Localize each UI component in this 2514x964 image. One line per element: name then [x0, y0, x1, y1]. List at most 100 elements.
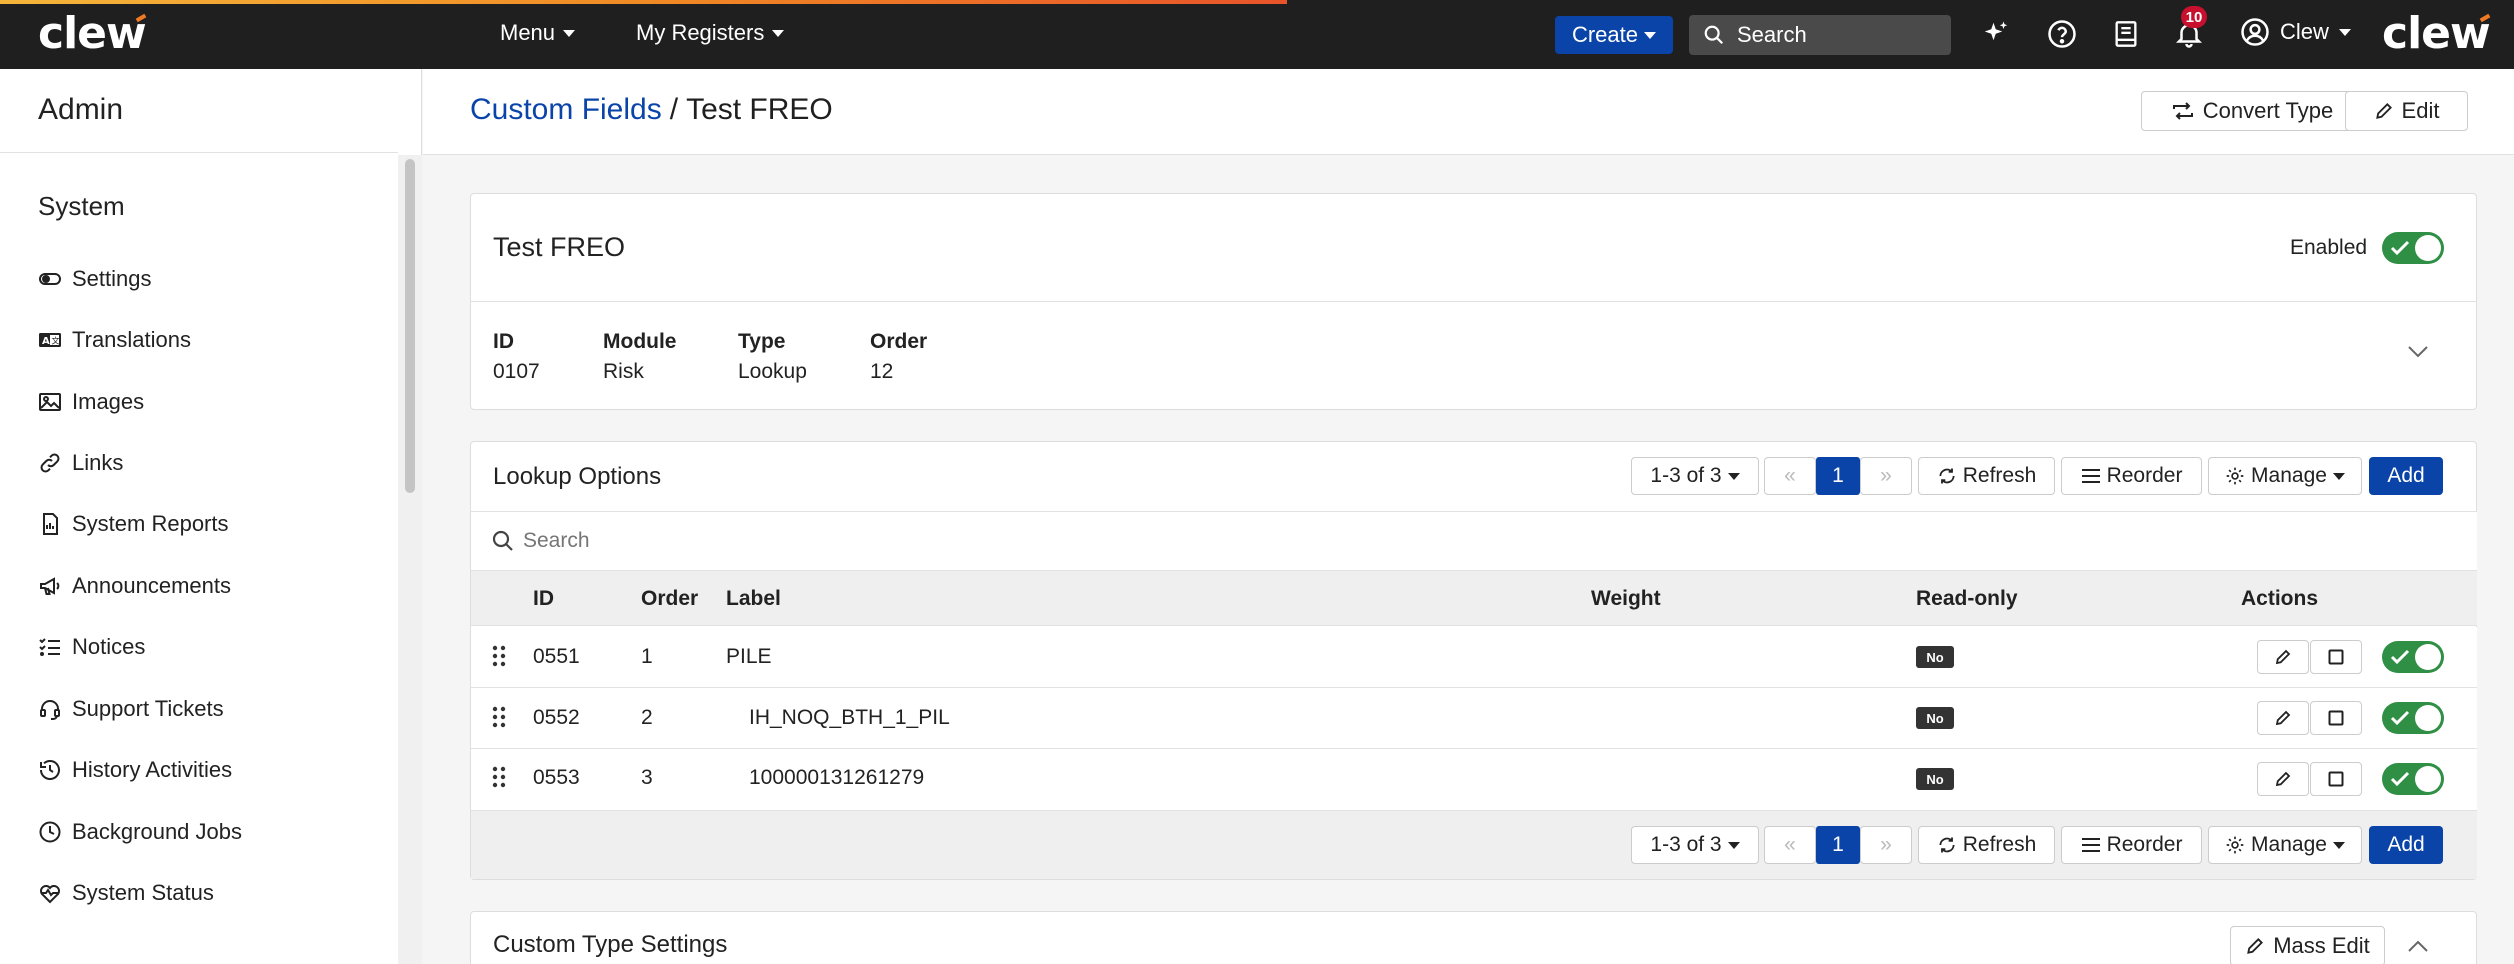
row-select-button[interactable] [2310, 701, 2362, 735]
book-icon[interactable] [2109, 17, 2143, 51]
edit-button[interactable]: Edit [2345, 91, 2468, 131]
sidebar-item-settings[interactable]: Settings [38, 266, 152, 292]
sidebar-item-images[interactable]: Images [38, 389, 144, 415]
gear-icon [2226, 836, 2244, 854]
link-icon [40, 453, 60, 473]
row-enabled-toggle[interactable] [2382, 763, 2444, 795]
double-chevron-right-icon: » [1880, 464, 1892, 487]
column-header-read-only[interactable]: Read-only [1916, 587, 2018, 611]
breadcrumb: Custom Fields / Test FREO [470, 93, 833, 127]
manage-dropdown-bottom[interactable]: Manage [2208, 826, 2362, 864]
column-header-order[interactable]: Order [641, 587, 698, 611]
sidebar-item-notices[interactable]: Notices [38, 634, 145, 660]
sidebar-item-system-reports[interactable]: System Reports [38, 511, 229, 537]
enabled-label: Enabled [2290, 236, 2368, 259]
global-search[interactable]: Search [1689, 15, 1951, 55]
my-registers-dropdown[interactable]: My Registers [636, 20, 785, 46]
clew-logo[interactable]: clew [38, 10, 147, 58]
read-only-badge: No [1916, 768, 1954, 790]
column-header-label[interactable]: Label [726, 587, 781, 611]
row-select-button[interactable] [2310, 640, 2362, 674]
sidebar-item-support-tickets[interactable]: Support Tickets [38, 696, 224, 722]
column-header-weight[interactable]: Weight [1591, 587, 1661, 611]
drag-handle-icon[interactable] [492, 645, 506, 667]
add-button-bottom[interactable]: Add [2369, 826, 2443, 864]
page-range-label: 1-3 of 3 [1650, 464, 1722, 487]
sidebar-item-translations[interactable]: A文 Translations [38, 327, 191, 353]
sidebar-item-label: System Reports [72, 511, 229, 536]
sidebar-item-announcements[interactable]: Announcements [38, 573, 231, 599]
report-icon [43, 513, 58, 535]
sidebar-scroll-thumb[interactable] [405, 159, 415, 493]
page-range-dropdown-bottom[interactable]: 1-3 of 3 [1631, 826, 1759, 864]
menu-dropdown[interactable]: Menu [500, 20, 576, 46]
column-header-id[interactable]: ID [533, 587, 554, 611]
translate-icon: A文 [39, 333, 61, 347]
sidebar-item-links[interactable]: Links [38, 450, 123, 476]
manage-dropdown[interactable]: Manage [2208, 457, 2362, 495]
row-enabled-toggle[interactable] [2382, 702, 2444, 734]
mass-edit-button[interactable]: Mass Edit [2230, 926, 2385, 964]
row-id: 0553 [533, 766, 580, 789]
sparkle-icon[interactable] [1979, 17, 2013, 51]
search-label: Search [1737, 22, 1807, 47]
reorder-button[interactable]: Reorder [2061, 457, 2202, 495]
breadcrumb-custom-fields-link[interactable]: Custom Fields [470, 93, 662, 127]
sidebar-item-history-activities[interactable]: History Activities [38, 757, 232, 783]
sidebar-item-label: Translations [72, 327, 192, 352]
sidebar-item-label: Links [72, 450, 124, 475]
chevron-down-icon [772, 29, 785, 37]
current-page-button-bottom[interactable]: 1 [1816, 826, 1860, 864]
convert-type-button[interactable]: Convert Type [2141, 91, 2363, 131]
row-select-button[interactable] [2310, 762, 2362, 796]
last-page-button-bottom[interactable]: » [1860, 826, 1912, 864]
double-chevron-left-icon: « [1784, 833, 1796, 856]
refresh-label: Refresh [1962, 464, 2037, 487]
row-edit-button[interactable] [2257, 762, 2309, 796]
row-edit-button[interactable] [2257, 701, 2309, 735]
field-title: Test FREO [493, 232, 626, 262]
meta-type-value: Lookup [738, 360, 807, 383]
sidebar-item-system-status[interactable]: System Status [38, 880, 214, 906]
reorder-button-bottom[interactable]: Reorder [2061, 826, 2202, 864]
current-page-button[interactable]: 1 [1816, 457, 1860, 495]
sidebar-title: Admin [38, 93, 124, 126]
chevron-down-icon[interactable] [2407, 345, 2429, 359]
card-divider [471, 301, 2476, 302]
add-button[interactable]: Add [2369, 457, 2443, 495]
options-search-input[interactable] [523, 524, 1123, 558]
create-button[interactable]: Create [1555, 16, 1673, 54]
last-page-button[interactable]: » [1860, 457, 1912, 495]
meta-module-label: Module [603, 330, 677, 353]
manage-label: Manage [2251, 464, 2327, 487]
user-menu[interactable]: Clew [2240, 17, 2351, 47]
chevron-down-icon [2332, 472, 2345, 480]
row-enabled-toggle[interactable] [2382, 641, 2444, 673]
read-only-badge: No [1916, 707, 1954, 729]
row-order: 1 [641, 645, 653, 668]
row-edit-button[interactable] [2257, 640, 2309, 674]
chevron-up-icon[interactable] [2407, 939, 2429, 953]
help-icon[interactable] [2045, 17, 2079, 51]
sidebar-item-background-jobs[interactable]: Background Jobs [38, 819, 242, 845]
page-range-dropdown[interactable]: 1-3 of 3 [1631, 457, 1759, 495]
drag-handle-icon[interactable] [492, 766, 506, 788]
convert-type-label: Convert Type [2202, 98, 2334, 123]
first-page-button-bottom[interactable]: « [1764, 826, 1816, 864]
sidebar-section-system: System [38, 191, 125, 221]
loading-progress-bar [0, 0, 1287, 4]
chevron-down-icon [563, 29, 576, 37]
reorder-icon [2081, 469, 2100, 483]
row-label: PILE [726, 645, 772, 668]
refresh-button-bottom[interactable]: Refresh [1918, 826, 2055, 864]
refresh-button[interactable]: Refresh [1918, 457, 2055, 495]
enabled-toggle[interactable] [2382, 232, 2444, 264]
first-page-button[interactable]: « [1764, 457, 1816, 495]
svg-text:A: A [42, 336, 50, 347]
toggle-knob [2415, 705, 2441, 731]
drag-handle-icon[interactable] [492, 706, 506, 728]
sidebar-item-label: Images [72, 389, 145, 414]
row-divider [471, 687, 2477, 688]
options-search-field[interactable] [471, 512, 2477, 570]
pencil-icon [2375, 103, 2392, 119]
